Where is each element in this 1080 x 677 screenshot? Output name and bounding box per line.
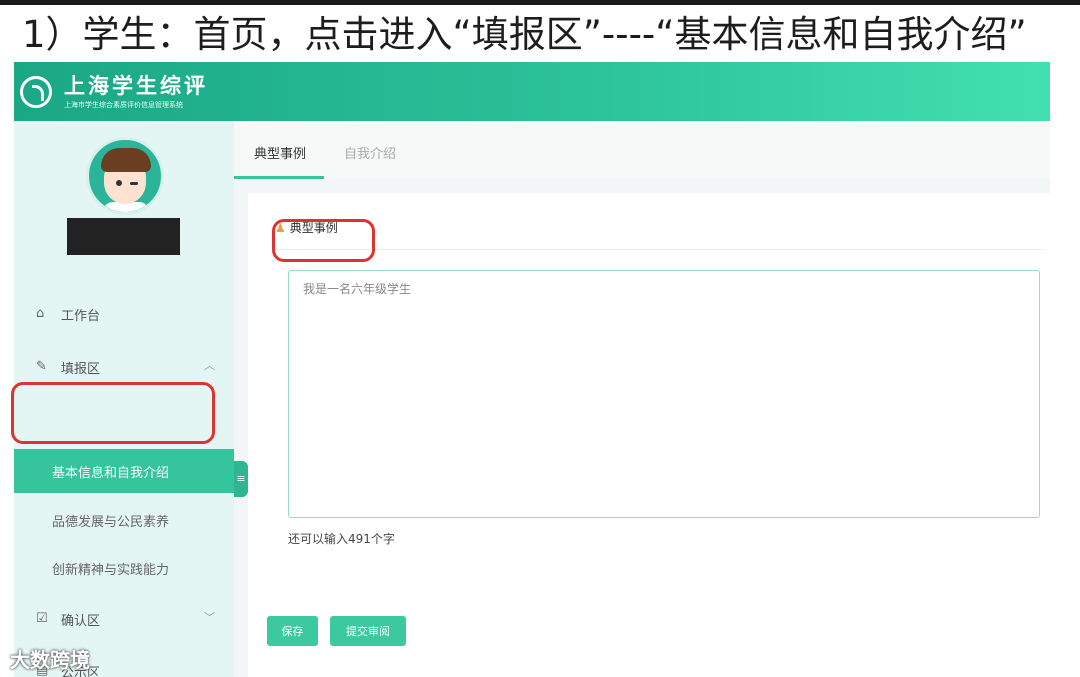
avatar-eye bbox=[130, 182, 138, 185]
active-tab-underline bbox=[234, 176, 324, 179]
avatar-eye bbox=[116, 180, 122, 186]
panel-tab-divider bbox=[274, 249, 1044, 250]
sidebar-item-label: 工作台 bbox=[61, 309, 101, 324]
submit-review-button[interactable]: 提交审阅 bbox=[330, 616, 406, 646]
tab-self-intro[interactable]: 自我介绍 bbox=[344, 143, 396, 162]
chevron-up-icon[interactable]: ︿ bbox=[204, 357, 215, 373]
sidebar-item-confirm-area[interactable]: ☑ 确认区 ﹀ bbox=[14, 599, 234, 639]
sidebar-subitem-basic-info[interactable]: 基本信息和自我介绍 bbox=[14, 449, 234, 493]
typical-case-textarea[interactable]: 我是一名六年级学生 bbox=[288, 270, 1040, 518]
avatar-hair bbox=[101, 148, 151, 172]
sidebar-item-workbench[interactable]: ⌂ 工作台 bbox=[14, 294, 234, 334]
content-panel: ♟ 典型事例 我是一名六年级学生 还可以输入491个字 bbox=[248, 193, 1050, 677]
redacted-name bbox=[67, 218, 180, 255]
checkbox-icon: ☑ bbox=[36, 611, 48, 626]
sidebar-subitem-innovation[interactable]: 创新精神与实践能力 bbox=[14, 546, 234, 590]
sidebar-subitem-label: 品德发展与公民素养 bbox=[52, 515, 170, 530]
home-icon: ⌂ bbox=[36, 306, 45, 321]
sidebar-subitem-label: 基本信息和自我介绍 bbox=[52, 466, 170, 481]
chevron-down-icon[interactable]: ﹀ bbox=[204, 609, 215, 625]
sidebar-item-label: 确认区 bbox=[61, 614, 101, 629]
sidebar-subitem-moral-development[interactable]: 品德发展与公民素养 bbox=[14, 498, 234, 542]
sidebar-item-label: 填报区 bbox=[61, 362, 101, 377]
logo-icon bbox=[20, 76, 52, 108]
top-bar bbox=[0, 0, 1080, 5]
app-window: 上海学生综评 上海市学生综合素质评价信息管理系统 ⌂ 工作台 ✎ 填报区 ︿ 基… bbox=[14, 62, 1050, 677]
brand-title: 上海学生综评 bbox=[64, 74, 208, 98]
sidebar-item-fill-area[interactable]: ✎ 填报区 ︿ bbox=[14, 347, 234, 387]
brand-subtitle: 上海市学生综合素质评价信息管理系统 bbox=[64, 101, 183, 109]
slide-caption: 1）学生：首页，点击进入“填报区”----“基本信息和自我介绍” bbox=[22, 13, 1027, 56]
avatar[interactable] bbox=[86, 137, 164, 215]
edit-icon: ✎ bbox=[36, 359, 47, 374]
tab-bar: 典型事例 自我介绍 bbox=[234, 121, 1050, 179]
char-counter: 还可以输入491个字 bbox=[288, 532, 395, 546]
highlight-box-panel-tab bbox=[272, 219, 375, 262]
watermark: 大数跨境 bbox=[10, 648, 90, 672]
tab-typical-cases[interactable]: 典型事例 bbox=[254, 143, 306, 162]
app-header: 上海学生综评 上海市学生综合素质评价信息管理系统 bbox=[14, 62, 1050, 121]
sidebar-collapse-button[interactable]: ≡ bbox=[234, 461, 248, 497]
save-button[interactable]: 保存 bbox=[267, 616, 318, 646]
highlight-box-basic-info bbox=[11, 382, 215, 444]
sidebar-subitem-label: 创新精神与实践能力 bbox=[52, 563, 170, 578]
